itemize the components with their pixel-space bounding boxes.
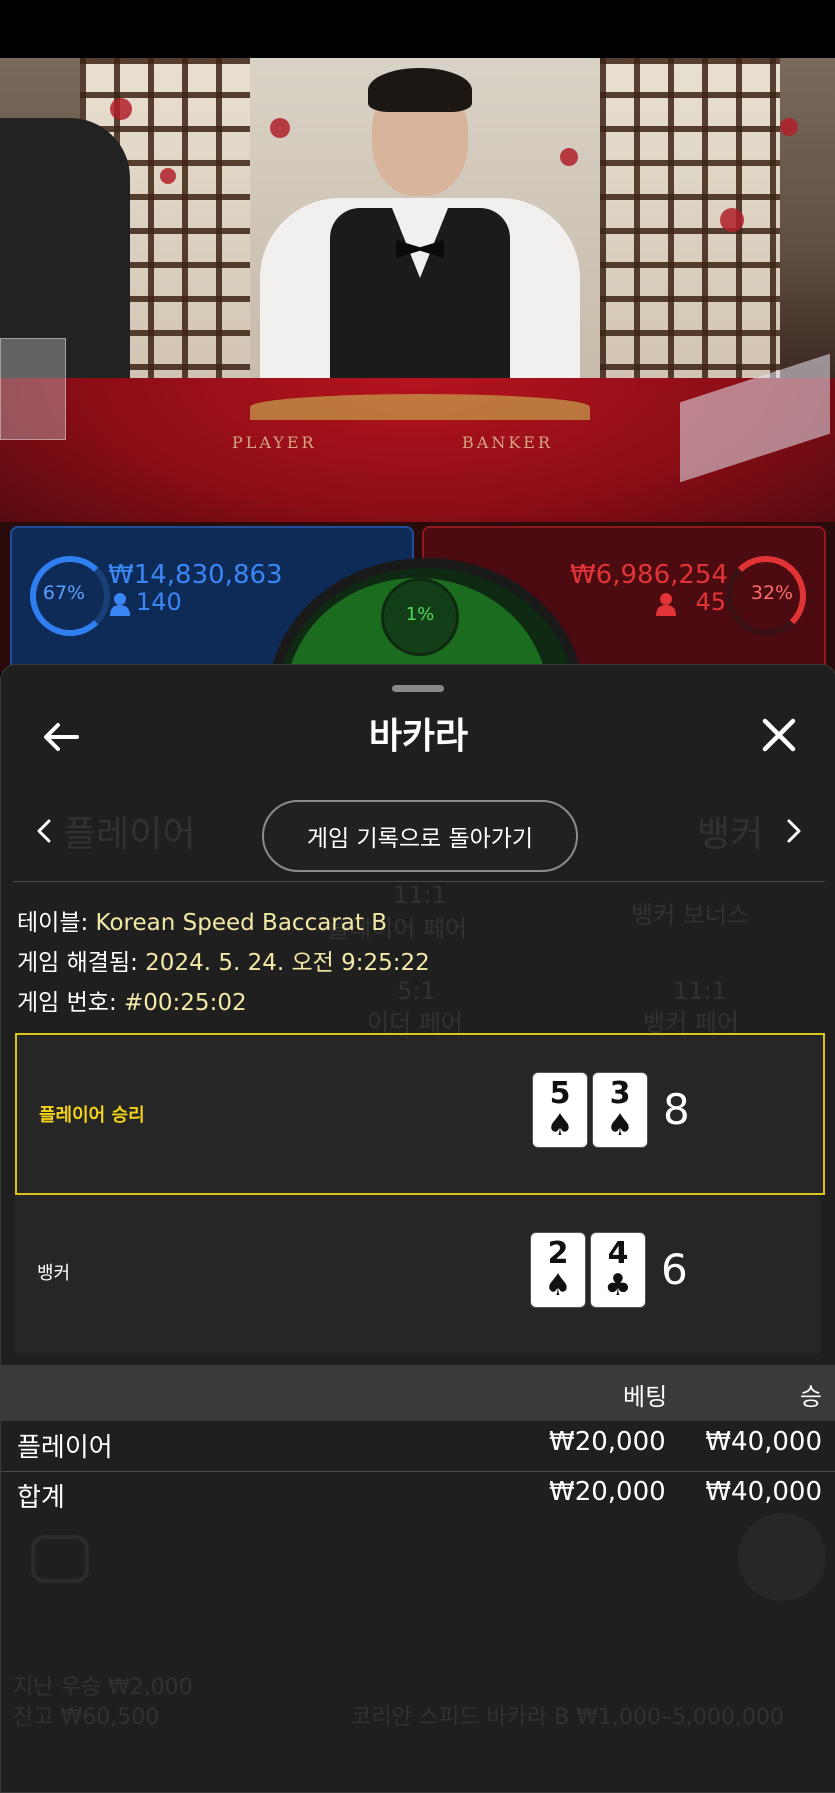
blossom-decoration [110,98,132,120]
table-info: 테이블: Korean Speed Baccarat B [17,903,387,937]
blossom-decoration [270,118,290,138]
divider [13,881,825,882]
banker-score: 6 [661,1245,688,1294]
ghost-banker-tab: 뱅커 [697,814,764,855]
bets-table-header: 베팅 승 [1,1365,835,1421]
ghost-balance: 잔고 ₩60,500 [13,1705,160,1730]
player-result-label: 플레이어 승리 [39,1105,145,1126]
table-info-label: 테이블: [17,910,96,936]
status-bar [0,0,835,58]
blossom-decoration [720,208,744,232]
bet-statistics-bar: 67% ₩14,830,863 140 32% ₩6,986,254 45 1% [0,522,835,838]
bet-name: 플레이어 [17,1433,113,1463]
ghost-last-win: 지난 우승 ₩2,000 [13,1675,193,1700]
game-number-label: 게임 번호: [17,990,125,1016]
table-info-value: Korean Speed Baccarat B [95,910,387,936]
table-player-text: PLAYER [232,433,317,452]
blossom-decoration [780,118,798,136]
banker-percent: 32% [750,582,794,604]
card-rank: 5 [549,1076,571,1111]
win-amount: ₩40,000 [705,1477,822,1507]
tie-percent: 1% [405,604,435,625]
win-amount: ₩40,000 [705,1427,822,1457]
resolved-info: 게임 해결됨: 2024. 5. 24. 오전 9:25:22 [17,943,430,977]
return-to-history-button[interactable]: 게임 기록으로 돌아가기 [262,800,578,872]
game-number-value: #00:25:02 [124,990,247,1016]
close-icon [762,718,796,756]
table-row-total: 합계 ₩20,000 ₩40,000 [1,1477,835,1523]
sheet-title: 바카라 [368,716,469,757]
banker-result-label: 뱅커 [37,1263,71,1284]
player-bet-amount: ₩14,830,863 [108,560,283,590]
dealer-hair [368,68,472,112]
bet-amount: ₩20,000 [549,1477,666,1507]
blossom-decoration [160,168,176,184]
ghost-label: 뱅커 보너스 [631,901,750,929]
table-row: 플레이어 ₩20,000 ₩40,000 [1,1427,835,1473]
table-rim [250,394,590,420]
ghost-odds: 5:1 [397,977,436,1005]
banker-result-row: 뱅커 2 ♠ 4 ♣ 6 [15,1195,821,1353]
blossom-decoration [560,148,578,166]
club-icon: ♣ [604,1268,632,1303]
user-icon [656,592,676,616]
card-rank: 3 [609,1076,631,1111]
chevron-right-icon [786,818,802,848]
playing-card: 4 ♣ [591,1233,645,1307]
round-detail-sheet: 플레이어 뱅커 11:1 플레이어 페어 뱅커 보너스 5:1 이더 페어 11… [0,664,835,1793]
playing-card: 5 ♠ [533,1073,587,1147]
playing-card: 3 ♠ [593,1073,647,1147]
banker-bet-amount: ₩6,986,254 [569,560,728,590]
previous-round-button[interactable] [29,813,59,853]
card-rank: 2 [547,1236,569,1271]
ghost-player-tab: 플레이어 [63,814,196,855]
spade-icon: ♠ [606,1108,634,1143]
ghost-odds: 11:1 [673,977,727,1005]
next-round-button[interactable] [779,813,809,853]
game-number-info: 게임 번호: #00:25:02 [17,983,247,1017]
player-bettor-count: 140 [136,588,182,616]
bet-amount: ₩20,000 [549,1427,666,1457]
playing-card: 2 ♠ [531,1233,585,1307]
win-column-header: 승 [799,1383,822,1411]
ghost-table-limits: 코리안 스피드 바카라 B ₩1,000–5,000,000 [351,1705,784,1730]
row-divider [1,1471,835,1472]
table-banker-text: BANKER [462,433,553,452]
resolved-info-label: 게임 해결됨: [17,950,146,976]
banker-bettor-count: 45 [695,588,726,616]
player-percent: 67% [42,582,86,604]
card-rank: 4 [607,1236,629,1271]
menu-icon [738,1513,826,1601]
player-result-row: 플레이어 승리 5 ♠ 3 ♠ 8 [15,1033,825,1195]
card-shoe [0,338,66,440]
player-score: 8 [663,1085,690,1134]
close-button[interactable] [753,711,805,763]
ghost-odds: 11:1 [393,881,447,909]
return-button-label: 게임 기록으로 돌아가기 [306,826,534,852]
resolved-info-value: 2024. 5. 24. 오전 9:25:22 [145,950,430,976]
live-video-feed: PLAYER BANKER [0,58,835,538]
chip-icon [31,1535,89,1583]
spade-icon: ♠ [544,1268,572,1303]
bet-column-header: 베팅 [623,1383,668,1411]
spade-icon: ♠ [546,1108,574,1143]
bet-name: 합계 [17,1483,65,1513]
chevron-left-icon [36,818,52,848]
drag-handle[interactable] [392,685,444,692]
user-icon [110,592,130,616]
